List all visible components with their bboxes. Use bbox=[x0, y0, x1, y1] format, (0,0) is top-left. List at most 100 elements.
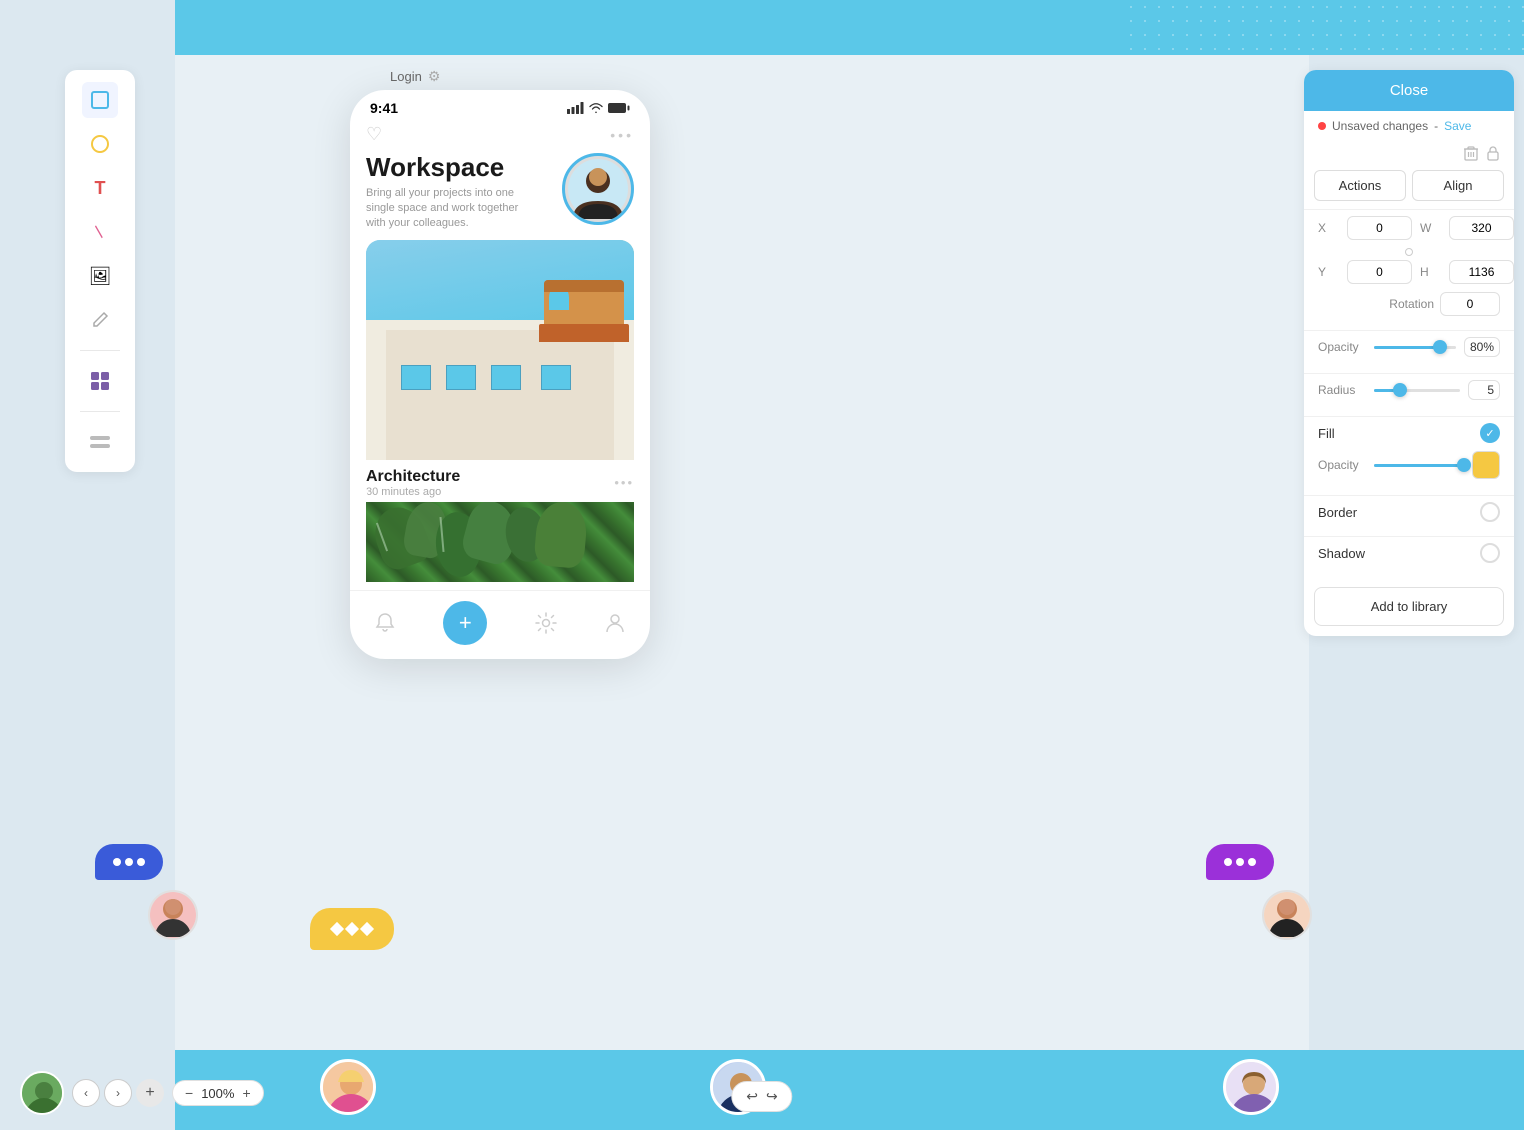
bottom-controls: ‹ › + − 100% + bbox=[20, 1071, 264, 1115]
current-user-icon bbox=[22, 1073, 64, 1115]
opacity-track[interactable] bbox=[1374, 346, 1456, 349]
rotation-input[interactable] bbox=[1440, 292, 1500, 316]
profile-nav-icon[interactable] bbox=[604, 612, 626, 634]
bubble-dot-3 bbox=[137, 858, 145, 866]
card-details: Architecture 30 minutes ago bbox=[366, 468, 460, 498]
rectangle-icon bbox=[91, 91, 109, 109]
radius-track[interactable] bbox=[1374, 389, 1460, 392]
close-button[interactable]: Close bbox=[1304, 70, 1514, 111]
fill-opacity-track[interactable] bbox=[1374, 464, 1464, 467]
y-input[interactable] bbox=[1347, 260, 1412, 284]
border-section: Border bbox=[1304, 495, 1514, 536]
fill-color-swatch[interactable] bbox=[1472, 451, 1500, 479]
h-input[interactable] bbox=[1449, 260, 1514, 284]
image-icon: 🖼 bbox=[89, 266, 112, 287]
time-display: 9:41 bbox=[370, 100, 398, 116]
add-page-button[interactable]: + bbox=[136, 1079, 164, 1107]
avatar-woman bbox=[1223, 1059, 1279, 1115]
hero-description: Bring all your projects into one single … bbox=[366, 186, 521, 232]
person-avatar-2 bbox=[1264, 892, 1310, 938]
ellipse-tool[interactable] bbox=[82, 126, 118, 162]
more-options-icon[interactable]: ••• bbox=[610, 127, 634, 143]
link-constraint-icon[interactable] bbox=[1405, 248, 1413, 256]
signal-icon bbox=[567, 102, 584, 114]
radius-row: Radius 5 bbox=[1318, 380, 1500, 400]
zoom-control: − 100% + bbox=[172, 1080, 264, 1106]
radius-section: Radius 5 bbox=[1304, 373, 1514, 416]
text-tool[interactable]: T bbox=[82, 170, 118, 206]
zoom-in-button[interactable]: + bbox=[240, 1085, 252, 1101]
architecture-card[interactable]: Architecture 30 minutes ago ••• bbox=[366, 240, 634, 502]
next-button[interactable]: › bbox=[104, 1079, 132, 1107]
tab-actions[interactable]: Actions bbox=[1314, 170, 1406, 201]
image-tool[interactable]: 🖼 bbox=[82, 258, 118, 294]
card-title: Architecture bbox=[366, 468, 460, 486]
fill-toggle[interactable]: ✓ bbox=[1480, 423, 1500, 443]
hero-section: Workspace Bring all your projects into o… bbox=[366, 153, 634, 232]
pen-icon: / bbox=[91, 223, 109, 241]
x-label: X bbox=[1318, 221, 1343, 235]
nav-arrows: ‹ › + bbox=[72, 1079, 164, 1107]
lock-icon[interactable] bbox=[1486, 145, 1500, 164]
zoom-out-button[interactable]: − bbox=[183, 1085, 195, 1101]
settings-nav-icon[interactable] bbox=[535, 612, 557, 634]
bell-nav-icon[interactable] bbox=[374, 612, 396, 634]
current-user-avatar bbox=[20, 1071, 64, 1115]
tab-align[interactable]: Align bbox=[1412, 170, 1504, 201]
w-input[interactable] bbox=[1449, 216, 1514, 240]
add-nav-button[interactable]: + bbox=[443, 601, 487, 645]
opacity-thumb[interactable] bbox=[1433, 340, 1447, 354]
plugin-tool[interactable] bbox=[82, 424, 118, 460]
chat-bubble-purple bbox=[1206, 844, 1274, 880]
redo-button[interactable]: ↪ bbox=[766, 1088, 778, 1105]
unsaved-dot bbox=[1318, 122, 1326, 130]
bubble-purple-content bbox=[1206, 844, 1274, 880]
fill-opacity-thumb[interactable] bbox=[1457, 458, 1471, 472]
hero-title: Workspace bbox=[366, 153, 521, 182]
rectangle-tool[interactable] bbox=[82, 82, 118, 118]
radius-label: Radius bbox=[1318, 383, 1366, 397]
shadow-section: Shadow bbox=[1304, 536, 1514, 577]
border-toggle[interactable] bbox=[1480, 502, 1500, 522]
fill-label: Fill bbox=[1318, 426, 1335, 441]
sidebar-divider bbox=[80, 350, 120, 351]
rotation-row: Rotation bbox=[1318, 292, 1500, 316]
add-library-button[interactable]: Add to library bbox=[1314, 587, 1504, 626]
card-more-icon[interactable]: ••• bbox=[614, 475, 634, 490]
purple-dot-1 bbox=[1224, 858, 1232, 866]
opacity-fill bbox=[1374, 346, 1440, 349]
x-input[interactable] bbox=[1347, 216, 1412, 240]
panel-icon-row bbox=[1304, 141, 1514, 170]
opacity-section: Opacity 80% bbox=[1304, 330, 1514, 373]
fill-row: Fill ✓ bbox=[1318, 423, 1500, 443]
shadow-row: Shadow bbox=[1318, 543, 1500, 563]
prev-button[interactable]: ‹ bbox=[72, 1079, 100, 1107]
shadow-label: Shadow bbox=[1318, 546, 1365, 561]
shadow-toggle[interactable] bbox=[1480, 543, 1500, 563]
wifi-icon bbox=[588, 102, 604, 114]
component-icon bbox=[89, 370, 111, 392]
radius-thumb[interactable] bbox=[1393, 383, 1407, 397]
avatar-purple-bubble bbox=[1262, 890, 1312, 940]
trash-icon[interactable] bbox=[1464, 145, 1478, 164]
pencil-icon bbox=[90, 310, 110, 330]
h-label: H bbox=[1420, 265, 1445, 279]
heart-icon[interactable]: ♡ bbox=[366, 124, 382, 145]
left-sidebar: T / 🖼 bbox=[65, 70, 135, 472]
right-panel: Close Unsaved changes - Save Actions Ali… bbox=[1304, 70, 1514, 636]
person-1-icon bbox=[153, 893, 193, 937]
pen-tool[interactable]: / bbox=[82, 214, 118, 250]
status-bar: 9:41 bbox=[350, 90, 650, 120]
component-tool[interactable] bbox=[82, 363, 118, 399]
undo-button[interactable]: ↩ bbox=[746, 1088, 758, 1105]
settings-gear-icon[interactable]: ⚙ bbox=[428, 68, 441, 85]
fill-opacity-fill bbox=[1374, 464, 1464, 467]
save-link[interactable]: Save bbox=[1444, 119, 1471, 133]
status-icons bbox=[567, 102, 630, 114]
diamond-1 bbox=[330, 922, 344, 936]
top-bar bbox=[175, 0, 1524, 55]
chat-bubble-yellow bbox=[310, 908, 394, 950]
avatar-blonde bbox=[320, 1059, 376, 1115]
pencil-tool[interactable] bbox=[82, 302, 118, 338]
avatar-blue-bubble bbox=[148, 890, 198, 940]
